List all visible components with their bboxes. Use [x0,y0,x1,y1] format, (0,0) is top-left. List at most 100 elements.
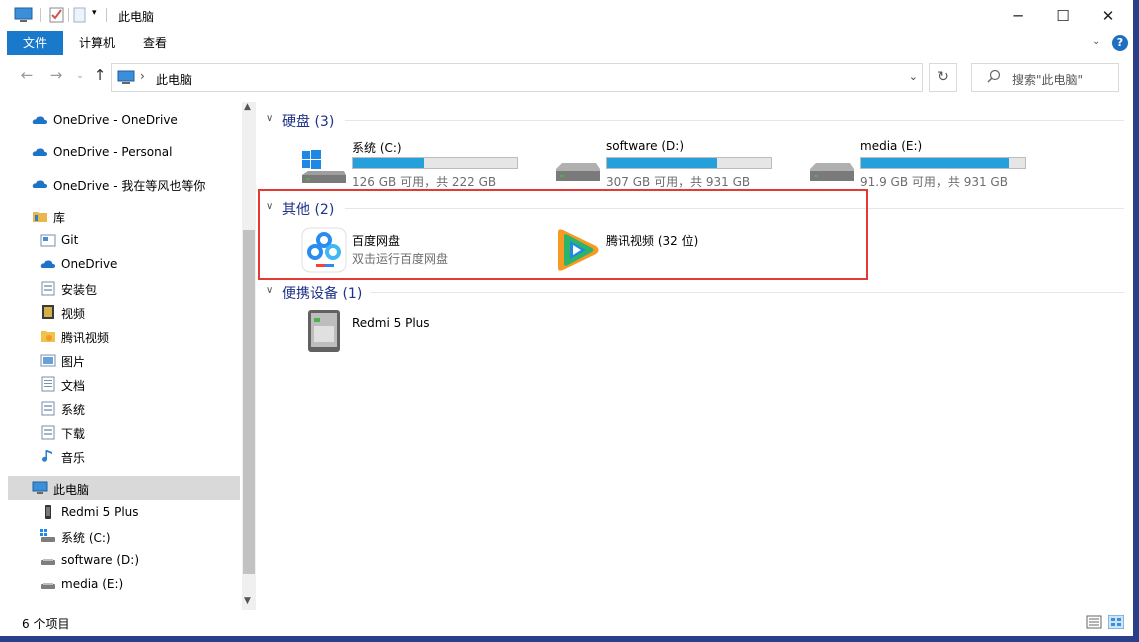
new-folder-icon[interactable] [72,6,88,24]
sidebar-item-git[interactable]: Git [0,228,240,252]
phone-icon [45,505,51,519]
drive-icon [41,583,55,589]
breadcrumb[interactable]: 此电脑 [156,71,192,88]
sidebar-item-documents[interactable]: 文档 [0,372,240,396]
search-input[interactable]: 搜索"此电脑" [971,63,1119,92]
up-button[interactable]: ↑ [90,66,110,84]
sidebar-item-installers[interactable]: 安装包 [0,276,240,300]
navigation-pane: OneDrive - OneDrive OneDrive - Personal … [0,102,242,610]
status-bar: 6 个项目 [0,610,1133,636]
file-explorer-window: ▾ 此电脑 ─ ☐ ✕ 文件 计算机 查看 ⌄ ? ← → ⌄ ↑ › 此电脑 … [0,0,1133,636]
maximize-button[interactable]: ☐ [1040,0,1086,31]
highlight-box [258,189,868,280]
ribbon-tabs: 文件 计算机 查看 ⌄ ? [0,31,1133,56]
tab-computer[interactable]: 计算机 [68,31,126,55]
music-icon [42,450,52,462]
sidebar-item-onedrive-account[interactable]: OneDrive - 我在等风也等你 [0,172,240,196]
sidebar-item-system[interactable]: 系统 [0,396,240,420]
scroll-down-icon[interactable]: ▼ [244,596,251,606]
sidebar-item-onedrive-personal[interactable]: OneDrive - Personal [0,140,240,164]
tab-file[interactable]: 文件 [7,31,63,55]
drive-icon [41,559,55,565]
drive-usage-bar [860,157,1026,169]
portable-device-icon [308,310,340,352]
address-bar[interactable]: › 此电脑 ⌄ [111,63,923,92]
drive-usage-bar [352,157,518,169]
tencent-folder-icon [41,331,55,342]
sidebar-item-videos[interactable]: 视频 [0,300,240,324]
help-icon[interactable]: ? [1112,35,1128,51]
recent-locations-icon[interactable]: ⌄ [70,71,90,81]
title-bar: ▾ 此电脑 ─ ☐ ✕ [0,0,1133,31]
minimize-button[interactable]: ─ [995,0,1041,31]
redmi-device-item[interactable]: Redmi 5 Plus [300,308,530,356]
drive-icon [810,163,854,181]
drive-usage-fill [353,158,424,168]
desktop-background [0,636,1139,642]
desktop-background [1133,0,1139,642]
item-count: 6 个项目 [22,617,70,631]
drive-icon [556,163,600,181]
drive-name: media (E:) [860,139,923,153]
drive-name: 系统 (C:) [352,141,402,155]
drive-usage-fill [607,158,717,168]
cloud-icon [32,116,48,124]
forward-button[interactable]: → [46,66,66,84]
sidebar-item-tencent-video[interactable]: 腾讯视频 [0,324,240,348]
sidebar-item-music[interactable]: 音乐 [0,444,240,468]
cloud-icon [40,260,56,268]
computer-icon [14,7,33,22]
search-icon [987,69,1001,83]
drive-tile-e[interactable]: media (E:) 91.9 GB 可用，共 931 GB [808,139,1048,193]
drive-icon [40,529,55,542]
large-icons-view-icon[interactable] [1108,615,1124,629]
drive-free-space: 307 GB 可用，共 931 GB [606,175,751,189]
cloud-icon [32,180,48,188]
drive-tile-c[interactable]: 系统 (C:) 126 GB 可用，共 222 GB [300,139,540,193]
drive-usage-bar [606,157,772,169]
sidebar-item-drive-d[interactable]: software (D:) [0,548,240,572]
expand-ribbon-icon[interactable]: ⌄ [1092,36,1100,47]
sidebar-item-onedrive[interactable]: OneDrive [0,252,240,276]
customize-quick-access-icon[interactable]: ▾ [92,8,97,18]
document-library-icon [41,376,55,392]
scroll-up-icon[interactable]: ▲ [244,102,251,112]
sidebar-item-redmi[interactable]: Redmi 5 Plus [0,500,240,524]
sidebar-item-drive-c[interactable]: 系统 (C:) [0,524,240,548]
toolbar-separator [40,8,41,22]
refresh-button[interactable]: ↻ [929,63,957,92]
cloud-icon [32,148,48,156]
toolbar-separator [68,8,69,22]
details-view-icon[interactable] [1086,615,1102,629]
drive-free-space: 91.9 GB 可用，共 931 GB [860,175,1008,189]
library-folder-icon [41,281,55,296]
drive-tile-d[interactable]: software (D:) 307 GB 可用，共 931 GB [554,139,794,193]
library-folder-icon [40,234,56,247]
group-divider [345,120,1124,121]
scrollbar-thumb[interactable] [243,230,255,574]
chevron-down-icon[interactable]: ∨ [266,113,273,124]
computer-icon [32,481,48,494]
video-library-icon [42,305,54,319]
library-icon [33,212,47,222]
sidebar-item-this-pc[interactable]: 此电脑 [8,476,240,500]
library-folder-icon [41,401,55,416]
chevron-down-icon[interactable]: ∨ [266,285,273,296]
tab-view[interactable]: 查看 [132,31,178,55]
sidebar-item-pictures[interactable]: 图片 [0,348,240,372]
drive-free-space: 126 GB 可用，共 222 GB [352,175,497,189]
computer-icon [117,70,135,84]
sidebar-item-onedrive-onedrive[interactable]: OneDrive - OneDrive [0,108,240,132]
close-button[interactable]: ✕ [1085,0,1131,31]
sidebar-scrollbar[interactable]: ▲ ▼ [242,102,256,610]
sidebar-item-drive-e[interactable]: media (E:) [0,572,240,596]
sidebar-item-downloads[interactable]: 下载 [0,420,240,444]
address-history-icon[interactable]: ⌄ [909,70,918,83]
breadcrumb-chevron-icon[interactable]: › [140,69,145,83]
drive-usage-fill [861,158,1009,168]
sidebar-item-libraries[interactable]: 库 [0,204,240,228]
toolbar-separator [106,8,107,22]
back-button[interactable]: ← [17,66,37,84]
item-name: Redmi 5 Plus [352,316,430,330]
properties-icon[interactable] [48,6,66,24]
